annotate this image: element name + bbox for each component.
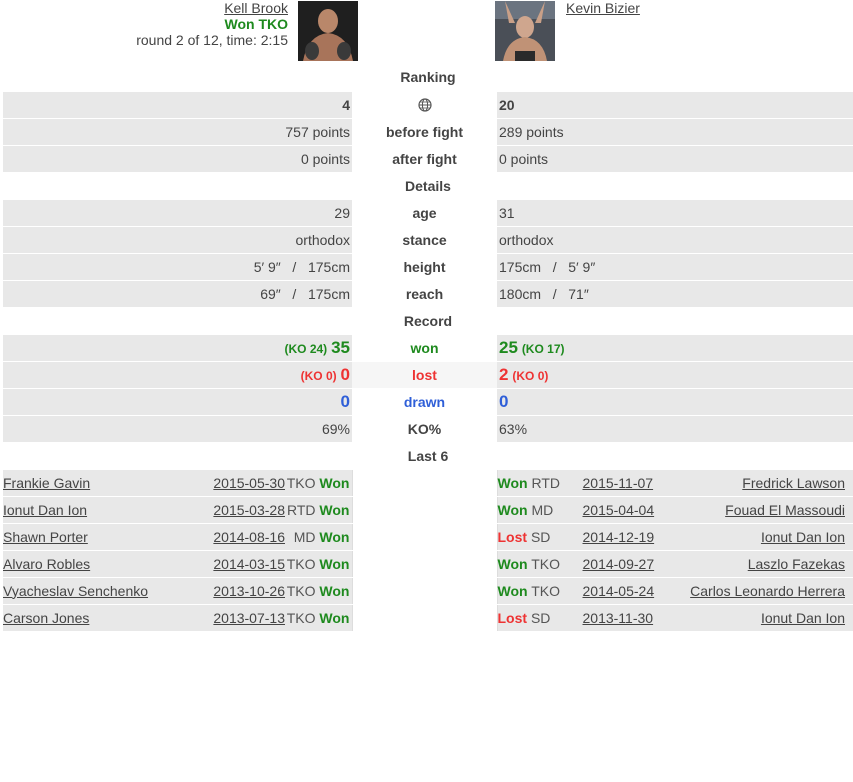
fighter-a-opponent-link[interactable]: Ionut Dan Ion [3,502,185,518]
after-fight-label: after fight [352,145,497,173]
fighter-a-info: Kell Brook Won TKO round 2 of 12, time: … [136,0,288,48]
fighter-a-fight-date-link[interactable]: 2015-05-30 [185,475,285,491]
last6-row: Carson Jones 2013-07-13 TKO Won Lost SD 2013… [3,604,853,632]
fighter-a-opponent-link[interactable]: Vyacheslav Senchenko [3,583,185,599]
last6-row: Vyacheslav Senchenko 2013-10-26 TKO Won Won… [3,577,853,605]
ranking-row: 4 20 [3,91,853,119]
won-row: (KO 24) 35 won 25 (KO 17) [3,334,853,362]
fighter-b-opponent-link[interactable]: Carlos Leonardo Herrera [663,583,853,599]
last6-row: Ionut Dan Ion 2015-03-28 RTD Won Won MD 2015… [3,496,853,524]
fighter-a-fight-date-link[interactable]: 2014-03-15 [185,556,285,572]
fighter-a-fight-date-link[interactable]: 2013-07-13 [185,610,285,626]
fighter-a-before-points: 757 points [3,118,352,146]
last6-list: Frankie Gavin 2015-05-30 TKO Won Won RTD 201… [3,469,853,632]
last6-row: Alvaro Robles 2014-03-15 TKO Won Won TKO 201… [3,550,853,578]
fighter-b-opponent-link[interactable]: Ionut Dan Ion [663,610,853,626]
fight-result: Won TKO [224,16,288,32]
before-fight-row: 757 points before fight 289 points [3,118,853,146]
fighter-b-losses: 2 [499,364,509,384]
before-fight-label: before fight [352,118,497,146]
fighter-b-fight-date-link[interactable]: 2014-09-27 [583,556,663,572]
fighter-a-draws: 0 [340,391,350,411]
fighter-b-opponent-link[interactable]: Fouad El Massoudi [663,502,853,518]
fighter-a-opponent-link[interactable]: Shawn Porter [3,529,185,545]
fighter-b-name-link[interactable]: Kevin Bizier [566,0,640,16]
fighter-b-info: Kevin Bizier [566,0,640,16]
fighter-b-opponent-link[interactable]: Ionut Dan Ion [663,529,853,545]
ko-percent-row: 69% KO% 63% [3,415,853,443]
reach-row: 69″ / 175cm reach 180cm / 71″ [3,280,853,308]
lost-row: (KO 0) 0 lost 2 (KO 0) [3,361,853,389]
fighter-a-opponent-link[interactable]: Alvaro Robles [3,556,185,572]
fighter-b-opponent-link[interactable]: Fredrick Lawson [663,475,853,491]
fighter-b-opponent-link[interactable]: Laszlo Fazekas [663,556,853,572]
round-info: round 2 of 12, time: 2:15 [136,32,288,48]
fight-header: Kell Brook Won TKO round 2 of 12, time: … [0,0,853,64]
fighter-a-photo[interactable] [298,1,358,61]
section-ranking: Ranking [3,64,853,92]
fighter-b-photo[interactable] [495,1,555,61]
height-row: 5′ 9″ / 175cm height 175cm / 5′ 9″ [3,253,853,281]
fighter-a-name-link[interactable]: Kell Brook [224,0,288,16]
fighter-b-fight-date-link[interactable]: 2014-05-24 [583,583,663,599]
fighter-a-rank: 4 [342,96,350,113]
drawn-row: 0 drawn 0 [3,388,853,416]
section-last6: Last 6 [3,441,853,470]
fighter-a-opponent-link[interactable]: Carson Jones [3,610,185,626]
fighter-a-losses: 0 [340,364,350,384]
section-details: Details [3,171,853,200]
fighter-b-after-points: 0 points [497,145,853,173]
fight-stats-table: Ranking 4 20 757 points before fight 289… [3,64,853,632]
last6-row: Shawn Porter 2014-08-16 MD Won Lost SD 2014-… [3,523,853,551]
stance-row: orthodox stance orthodox [3,226,853,254]
fighter-b-fight-date-link[interactable]: 2014-12-19 [583,529,663,545]
fighter-a-after-points: 0 points [3,145,352,173]
globe-icon [417,97,432,113]
age-row: 29 age 31 [3,199,853,227]
fighter-a-fight-date-link[interactable]: 2014-08-16 [185,529,285,545]
fighter-b-wins: 25 [499,337,518,357]
fighter-b-fight-date-link[interactable]: 2013-11-30 [583,610,663,626]
after-fight-row: 0 points after fight 0 points [3,145,853,173]
last6-row: Frankie Gavin 2015-05-30 TKO Won Won RTD 201… [3,469,853,497]
section-record: Record [3,306,853,335]
fighter-b-rank: 20 [499,96,515,113]
fighter-b-before-points: 289 points [497,118,853,146]
fighter-a-opponent-link[interactable]: Frankie Gavin [3,475,185,491]
fighter-a-fight-date-link[interactable]: 2015-03-28 [185,502,285,518]
fighter-b-draws: 0 [499,391,509,411]
fighter-a-wins: 35 [331,337,350,357]
fighter-a-fight-date-link[interactable]: 2013-10-26 [185,583,285,599]
fighter-b-fight-date-link[interactable]: 2015-11-07 [583,475,663,491]
fighter-b-fight-date-link[interactable]: 2015-04-04 [583,502,663,518]
